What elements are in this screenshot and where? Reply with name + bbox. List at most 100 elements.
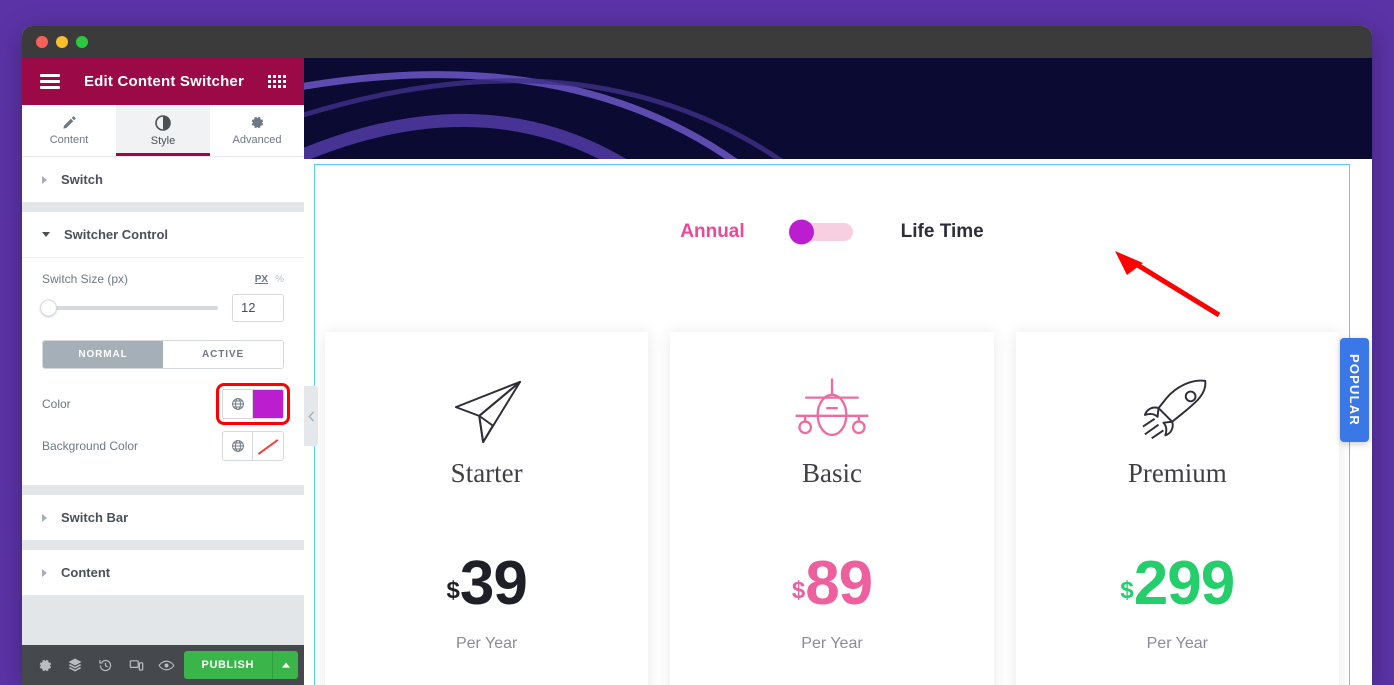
section-divider	[22, 486, 304, 495]
pricing-card-period: Per Year	[455, 635, 518, 652]
pricing-card-basic[interactable]: Basic $ 89 Per Year Features	[670, 332, 994, 685]
window-minimize-button[interactable]	[56, 36, 68, 48]
airplane-icon	[670, 376, 993, 448]
switch-size-label: Switch Size (px)	[42, 272, 129, 286]
section-switch-bar-header[interactable]: Switch Bar	[22, 495, 304, 540]
panel-collapse-handle[interactable]	[304, 386, 318, 446]
state-tab-group: NORMAL ACTIVE	[42, 340, 284, 369]
features-wrap: Features	[325, 653, 648, 685]
paper-plane-icon	[325, 376, 648, 448]
contrast-circle-icon	[155, 114, 171, 131]
background-color-picker-control[interactable]	[222, 431, 284, 461]
tab-advanced[interactable]: Advanced	[210, 105, 304, 156]
price-currency: $	[791, 577, 806, 604]
responsive-mode-icon[interactable]	[123, 650, 149, 680]
color-picker-control[interactable]	[216, 383, 290, 425]
pricing-card-title: Basic	[801, 458, 862, 488]
section-divider	[22, 541, 304, 550]
hero-arc-decoration	[304, 71, 784, 159]
hamburger-icon[interactable]	[40, 74, 60, 89]
panel-footer: PUBLISH	[22, 645, 304, 685]
switch-size-slider[interactable]	[40, 299, 218, 317]
unit-px[interactable]: PX	[255, 274, 268, 285]
price-amount: 299	[1133, 549, 1235, 618]
switcher-label-lifetime[interactable]: Life Time	[901, 221, 984, 243]
switcher-label-annual[interactable]: Annual	[680, 221, 744, 243]
editor-body: Edit Content Switcher Content Style Adva…	[22, 58, 1372, 685]
pricing-card-price: $ 299	[1016, 553, 1339, 615]
slider-handle[interactable]	[40, 299, 57, 317]
chevron-right-icon	[42, 175, 47, 184]
price-currency: $	[446, 577, 460, 604]
unit-selector: PX %	[255, 274, 284, 285]
tab-content[interactable]: Content	[22, 105, 116, 156]
rocket-icon	[1016, 376, 1339, 448]
color-row: Color	[42, 383, 290, 425]
panel-sections-scroll[interactable]: Switch Switcher Control Switch Size (px)	[22, 157, 304, 645]
features-wrap: Features	[1016, 653, 1339, 685]
tab-style-label: Style	[150, 134, 176, 147]
switch-size-slider-row: 12	[40, 294, 284, 322]
section-switch-header[interactable]: Switch	[22, 157, 304, 202]
panel-title: Edit Content Switcher	[83, 73, 245, 90]
switch-size-input[interactable]: 12	[232, 294, 284, 322]
browser-window: Edit Content Switcher Content Style Adva…	[22, 26, 1372, 685]
caret-up-icon[interactable]	[272, 651, 298, 679]
gear-icon	[250, 115, 265, 130]
tab-style[interactable]: Style	[116, 105, 210, 156]
history-revisions-icon[interactable]	[93, 650, 119, 680]
pricing-card-period: Per Year	[801, 635, 863, 652]
grid-apps-icon[interactable]	[267, 75, 286, 88]
section-switcher-control: Switcher Control Switch Size (px) PX % 1…	[22, 212, 304, 486]
section-content: Content	[22, 550, 304, 596]
pricing-cards: Starter $ 39 Per Year Features	[315, 332, 1369, 685]
tab-advanced-label: Advanced	[232, 134, 282, 146]
section-content-header[interactable]: Content	[22, 550, 304, 595]
features-wrap: Features	[670, 653, 993, 685]
section-switcher-control-body: Switch Size (px) PX % 12 NORMAL ACTIVE C…	[22, 257, 304, 485]
price-amount: 39	[459, 549, 528, 618]
pricing-card-price: $ 89	[670, 553, 993, 615]
color-swatch[interactable]	[253, 390, 283, 418]
unit-percent[interactable]: %	[275, 274, 284, 285]
panel-tabs: Content Style Advanced	[22, 105, 304, 157]
preview-canvas: Annual Life Time Starter $ 39 Per Year B…	[304, 58, 1372, 685]
switcher-toggle-knob[interactable]	[788, 219, 814, 245]
editable-section[interactable]: Annual Life Time Starter $ 39 Per Year B…	[314, 164, 1369, 685]
pricing-card-starter[interactable]: Starter $ 39 Per Year Features	[325, 332, 649, 685]
switcher-toggle[interactable]	[788, 219, 853, 245]
section-switch-bar: Switch Bar	[22, 495, 304, 541]
content-switcher: Annual Life Time	[315, 219, 1349, 245]
settings-gear-icon[interactable]	[32, 650, 58, 680]
section-content-label: Content	[61, 565, 111, 580]
price-amount: 89	[805, 549, 873, 618]
pricing-card-period: Per Year	[1146, 635, 1209, 652]
section-switch-label: Switch	[61, 172, 103, 187]
background-color-swatch-empty[interactable]	[253, 432, 283, 460]
window-close-button[interactable]	[36, 36, 48, 48]
navigator-layers-icon[interactable]	[62, 650, 88, 680]
pricing-card-title: Starter	[450, 458, 523, 488]
globe-icon[interactable]	[223, 390, 253, 418]
tab-content-label: Content	[49, 134, 89, 146]
section-switcher-control-header[interactable]: Switcher Control	[22, 212, 304, 257]
background-color-row: Background Color	[42, 425, 284, 467]
pricing-card-price: $ 39	[325, 553, 648, 615]
switch-size-row: Switch Size (px) PX %	[42, 272, 284, 286]
globe-icon[interactable]	[223, 432, 253, 460]
popular-badge: POPULAR	[1339, 338, 1369, 442]
price-currency: $	[1120, 577, 1134, 604]
publish-button[interactable]: PUBLISH	[183, 651, 272, 679]
pencil-icon	[62, 115, 77, 130]
state-tab-normal[interactable]: NORMAL	[43, 341, 163, 368]
background-color-label: Background Color	[42, 439, 139, 453]
section-switch-bar-label: Switch Bar	[61, 510, 129, 525]
preview-eye-icon[interactable]	[153, 650, 179, 680]
state-tab-active[interactable]: ACTIVE	[163, 341, 283, 368]
section-divider	[22, 203, 304, 212]
chevron-left-icon	[307, 410, 314, 422]
chevron-right-icon	[42, 513, 47, 522]
pricing-card-premium[interactable]: POPULAR Premium $ 299 Per Year	[1015, 332, 1369, 685]
elementor-panel: Edit Content Switcher Content Style Adva…	[22, 58, 304, 685]
window-maximize-button[interactable]	[76, 36, 88, 48]
